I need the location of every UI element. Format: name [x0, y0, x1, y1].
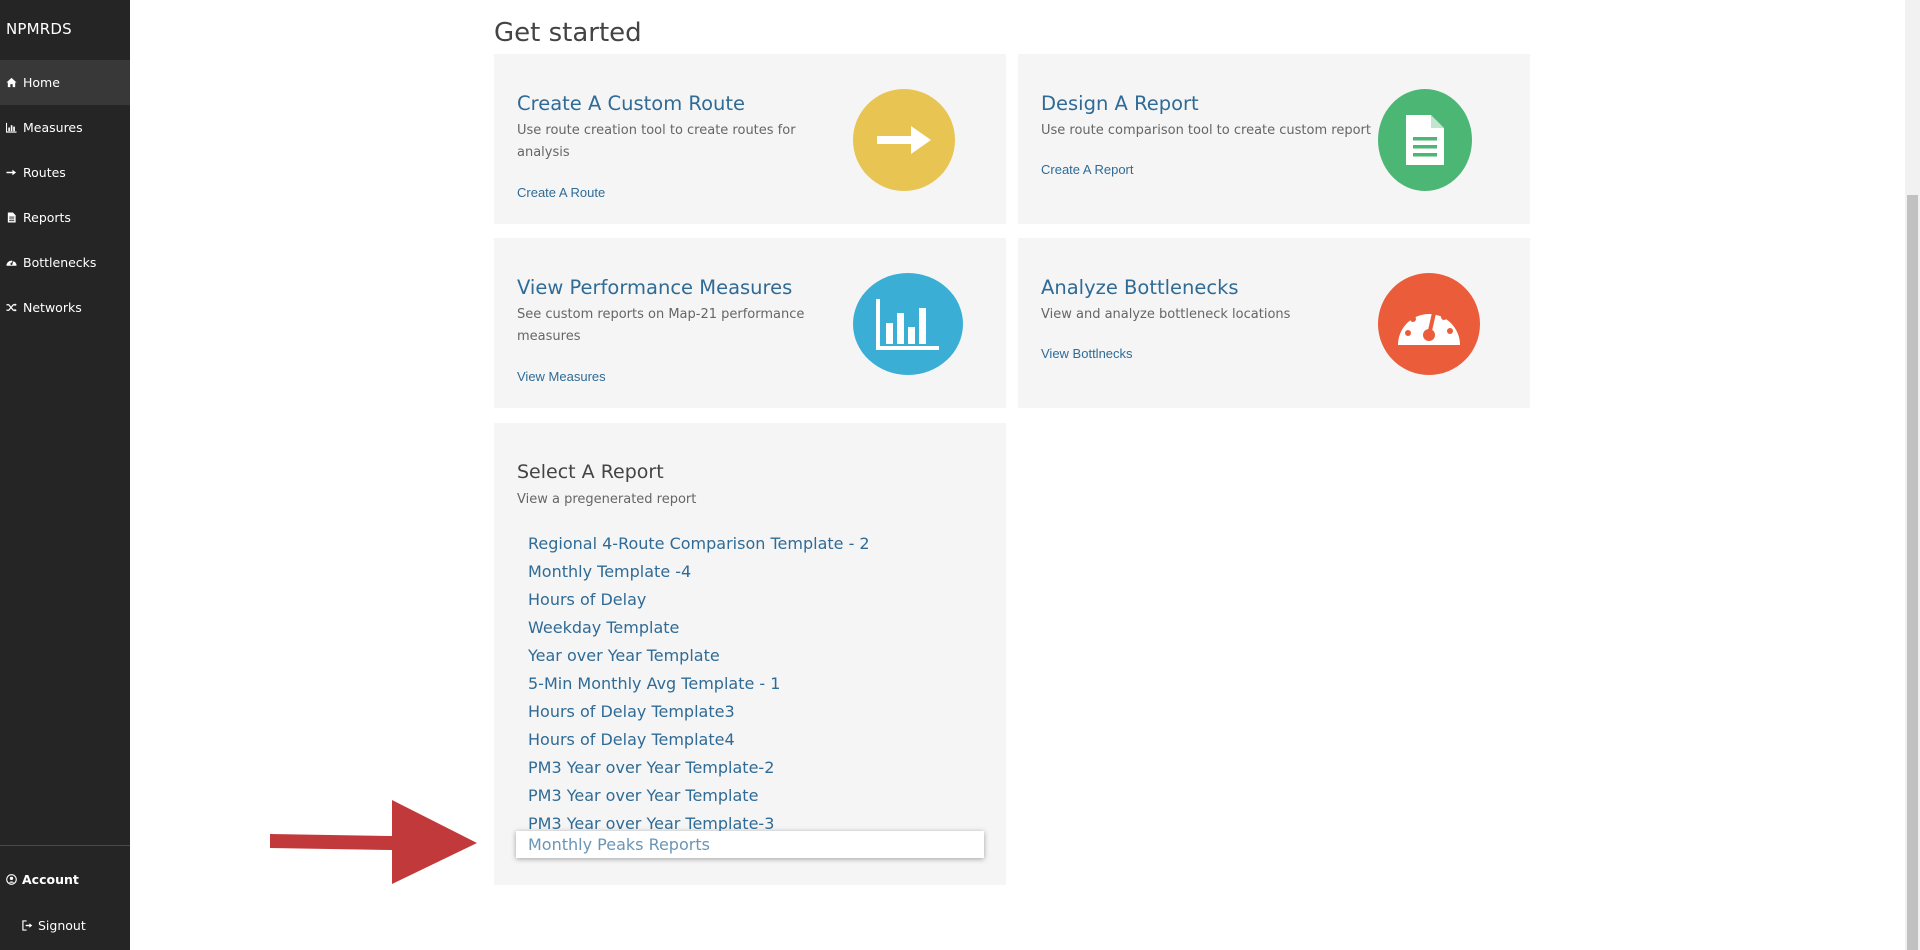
- sidebar: NPMRDS Home Measures Routes Reports Bott…: [0, 0, 130, 950]
- sidebar-item-label: Measures: [23, 120, 83, 135]
- signout-label: Signout: [38, 918, 86, 933]
- card-design-report: Design A Report Use route comparison too…: [1018, 54, 1530, 224]
- home-icon: [6, 77, 17, 88]
- scrollbar-thumb[interactable]: [1907, 195, 1918, 950]
- dashboard-icon: [6, 260, 17, 266]
- sidebar-item-home[interactable]: Home: [0, 60, 130, 105]
- account-label: Account: [22, 872, 79, 887]
- card-title[interactable]: View Performance Measures: [517, 276, 792, 299]
- sidebar-item-bottlenecks[interactable]: Bottlenecks: [0, 240, 130, 285]
- annotation-arrow-icon: [270, 800, 477, 884]
- sidebar-item-measures[interactable]: Measures: [0, 105, 130, 150]
- view-measures-link[interactable]: View Measures: [517, 369, 606, 384]
- card-title[interactable]: Create A Custom Route: [517, 92, 745, 115]
- sign-out-icon: [22, 920, 33, 931]
- report-item[interactable]: Weekday Template: [528, 614, 870, 642]
- report-item[interactable]: Hours of Delay: [528, 586, 870, 614]
- card-description: Use route comparison tool to create cust…: [1041, 123, 1371, 138]
- report-item[interactable]: PM3 Year over Year Template: [528, 782, 870, 810]
- route-circle[interactable]: [853, 89, 955, 191]
- user-circle-icon: [6, 874, 17, 885]
- sidebar-item-label: Routes: [23, 165, 66, 180]
- view-bottlenecks-link[interactable]: View Bottlnecks: [1041, 346, 1133, 361]
- report-item[interactable]: Hours of Delay Template4: [528, 726, 870, 754]
- page-title: Get started: [494, 18, 642, 48]
- sidebar-item-label: Home: [23, 75, 60, 90]
- card-create-route: Create A Custom Route Use route creation…: [494, 54, 1006, 224]
- bar-chart-icon: [876, 299, 939, 350]
- sidebar-divider: [0, 845, 130, 846]
- sidebar-item-reports[interactable]: Reports: [0, 195, 130, 240]
- measures-circle[interactable]: [853, 273, 963, 375]
- report-item-highlighted[interactable]: Monthly Peaks Reports: [516, 831, 984, 858]
- report-panel-subtitle: View a pregenerated report: [517, 492, 697, 507]
- signout-link[interactable]: Signout: [22, 918, 86, 933]
- file-icon: [7, 212, 16, 223]
- card-description: Use route creation tool to create routes…: [517, 123, 796, 160]
- account-menu[interactable]: Account: [6, 872, 79, 887]
- sidebar-item-label: Networks: [23, 300, 82, 315]
- card-performance-measures: View Performance Measures See custom rep…: [494, 238, 1006, 408]
- sidebar-item-networks[interactable]: Networks: [0, 285, 130, 330]
- report-item[interactable]: 5-Min Monthly Avg Template - 1: [528, 670, 870, 698]
- sidebar-item-routes[interactable]: Routes: [0, 150, 130, 195]
- shuffle-icon: [6, 303, 17, 312]
- report-circle[interactable]: [1378, 89, 1472, 191]
- arrow-right-icon: [877, 126, 931, 154]
- bar-chart-icon: [6, 122, 17, 133]
- sidebar-item-label: Bottlenecks: [23, 255, 97, 270]
- create-route-link[interactable]: Create A Route: [517, 185, 605, 200]
- report-item[interactable]: Year over Year Template: [528, 642, 870, 670]
- brand-logo[interactable]: NPMRDS: [6, 20, 72, 38]
- report-panel-title: Select A Report: [517, 461, 664, 483]
- card-description: See custom reports on Map-21 performance…: [517, 307, 805, 344]
- report-item[interactable]: Hours of Delay Template3: [528, 698, 870, 726]
- create-report-link[interactable]: Create A Report: [1041, 162, 1134, 177]
- card-analyze-bottlenecks: Analyze Bottlenecks View and analyze bot…: [1018, 238, 1530, 408]
- report-item[interactable]: Regional 4-Route Comparison Template - 2: [528, 530, 870, 558]
- document-icon: [1406, 115, 1444, 165]
- card-title[interactable]: Design A Report: [1041, 92, 1199, 115]
- card-description: View and analyze bottleneck locations: [1041, 307, 1291, 322]
- report-panel: Select A Report View a pregenerated repo…: [494, 423, 1006, 885]
- report-item[interactable]: PM3 Year over Year Template-2: [528, 754, 870, 782]
- speedometer-icon: [1398, 308, 1460, 345]
- card-title[interactable]: Analyze Bottlenecks: [1041, 276, 1239, 299]
- report-item[interactable]: Monthly Template -4: [528, 558, 870, 586]
- report-list: Regional 4-Route Comparison Template - 2…: [528, 530, 870, 838]
- arrow-right-icon: [6, 169, 17, 176]
- sidebar-nav: Home Measures Routes Reports Bottlenecks…: [0, 60, 130, 330]
- sidebar-item-label: Reports: [23, 210, 71, 225]
- bottlenecks-circle[interactable]: [1378, 273, 1480, 375]
